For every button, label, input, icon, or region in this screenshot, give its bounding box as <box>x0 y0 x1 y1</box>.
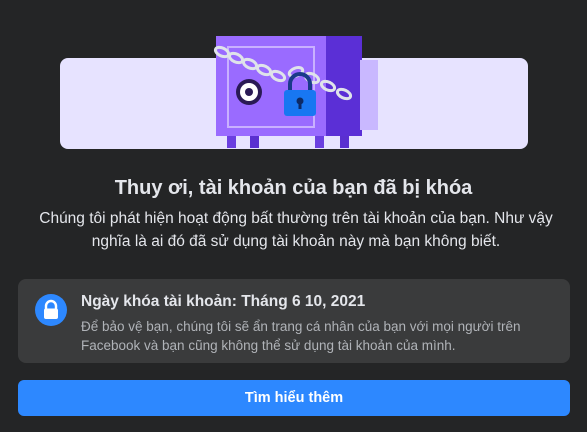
lock-date-title: Ngày khóa tài khoản: Tháng 6 10, 2021 <box>81 293 366 310</box>
locked-safe-illustration <box>213 36 378 148</box>
page-title: Thuy ơi, tài khoản của bạn đã bị khóa <box>114 177 473 199</box>
learn-more-button[interactable]: Tìm hiểu thêm <box>18 380 570 416</box>
lock-description: Chúng tôi phát hiện hoạt động bất thường… <box>39 210 553 250</box>
lock-date-panel: Ngày khóa tài khoản: Tháng 6 10, 2021 Để… <box>18 279 570 363</box>
locked-account-dialog: Thuy ơi, tài khoản của bạn đã bị khóa Ch… <box>0 0 587 432</box>
lock-icon <box>35 294 67 326</box>
lock-date-text: Để bảo vệ bạn, chúng tôi sẽ ẩn trang cá … <box>81 319 521 353</box>
